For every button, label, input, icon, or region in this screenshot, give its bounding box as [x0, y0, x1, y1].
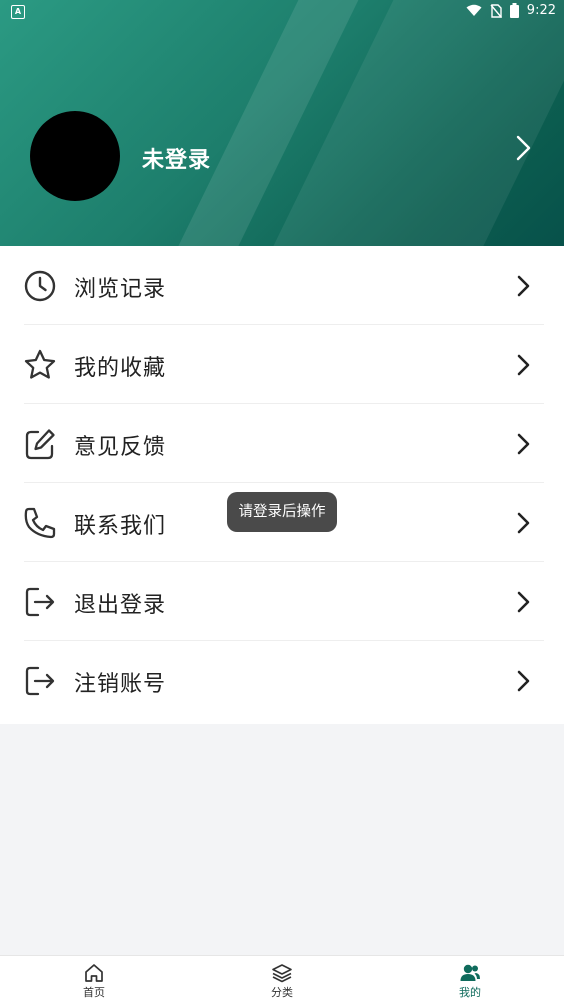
chevron-right-icon — [517, 591, 530, 613]
menu-item-history[interactable]: 浏览记录 — [0, 246, 564, 325]
menu-item-feedback[interactable]: 意见反馈 — [0, 404, 564, 483]
battery-icon — [509, 3, 519, 18]
menu-item-label: 意见反馈 — [74, 435, 167, 460]
menu-item-favorites[interactable]: 我的收藏 — [0, 325, 564, 404]
profile-header[interactable]: A 9:22 未登录 — [0, 0, 564, 246]
status-bar: A 9:22 — [0, 0, 564, 24]
chevron-right-icon — [517, 670, 530, 692]
logout-icon — [25, 666, 55, 696]
no-sim-icon — [490, 3, 502, 18]
menu-item-label: 浏览记录 — [74, 277, 167, 302]
status-time: 9:22 — [526, 3, 556, 18]
chevron-right-icon[interactable] — [513, 134, 535, 162]
username[interactable]: 未登录 — [142, 142, 211, 174]
edit-icon — [25, 429, 55, 460]
menu-list: 浏览记录 我的收藏 意见反馈 联系我们 退出登录 注销账号 — [0, 246, 564, 724]
chevron-right-icon — [517, 354, 530, 376]
menu-item-label: 退出登录 — [74, 593, 167, 618]
star-icon — [24, 349, 56, 379]
menu-item-label: 我的收藏 — [74, 356, 167, 381]
chevron-right-icon — [517, 433, 530, 455]
layers-icon — [272, 964, 292, 983]
logout-icon — [25, 587, 55, 617]
home-icon — [85, 964, 103, 982]
wifi-icon — [466, 4, 482, 16]
tab-label: 分类 — [271, 986, 293, 999]
tab-label: 我的 — [459, 986, 481, 999]
tab-category[interactable]: 分类 — [242, 956, 322, 1003]
tab-mine[interactable]: 我的 — [430, 956, 510, 1003]
menu-item-logout[interactable]: 退出登录 — [0, 562, 564, 641]
clock-icon — [24, 270, 56, 302]
tab-label: 首页 — [83, 986, 105, 999]
menu-item-label: 注销账号 — [74, 672, 167, 697]
app-notification-icon: A — [11, 5, 25, 19]
avatar[interactable] — [30, 111, 120, 201]
chevron-right-icon — [517, 512, 530, 534]
tab-home[interactable]: 首页 — [54, 956, 134, 1003]
users-icon — [460, 964, 480, 981]
phone-icon — [24, 507, 56, 539]
menu-item-label: 联系我们 — [74, 514, 167, 539]
chevron-right-icon — [517, 275, 530, 297]
toast-message: 请登录后操作 — [227, 492, 337, 532]
bottom-nav: 首页 分类 我的 — [0, 955, 564, 1003]
menu-item-delete-account[interactable]: 注销账号 — [0, 641, 564, 720]
